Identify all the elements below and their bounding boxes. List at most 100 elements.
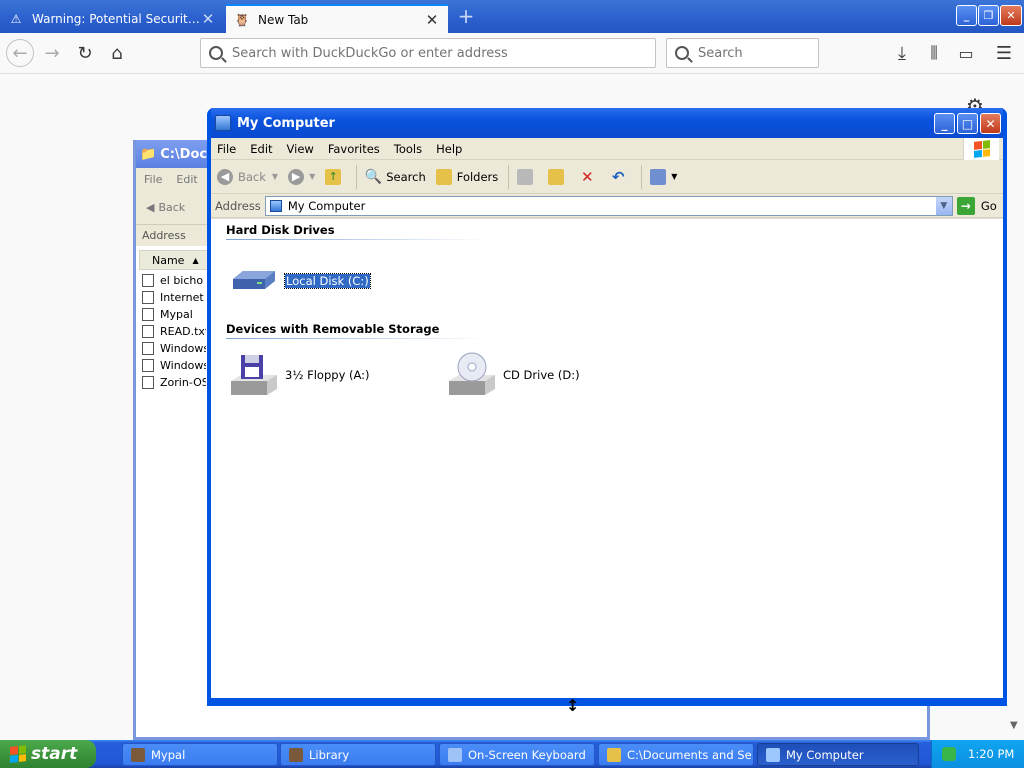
mypal-icon: 🦉 (234, 12, 250, 27)
library-icon[interactable]: ⫼ (920, 39, 948, 67)
minimize-button[interactable]: _ (934, 113, 955, 134)
drive-list: Hard Disk Drives Local Disk (C:) Devices… (211, 218, 1003, 698)
taskbar-item-on-screen-keyboard[interactable]: On-Screen Keyboard (439, 743, 595, 766)
views-icon (650, 168, 667, 185)
back-button[interactable]: Back (158, 201, 185, 214)
toolbar-separator (641, 164, 643, 189)
up-folder-button[interactable]: ↑ (325, 168, 346, 185)
restore-button[interactable]: ❐ (978, 5, 999, 26)
floppy-drive-icon (229, 351, 279, 399)
search-label: Search (386, 169, 426, 184)
taskbar-item-mypal[interactable]: Mypal (122, 743, 278, 766)
move-to-icon (517, 168, 534, 185)
tab-new-tab[interactable]: 🦉 New Tab ✕ (226, 4, 448, 33)
text-file-icon (142, 274, 154, 287)
taskbar-item-label: My Computer (786, 747, 864, 762)
tab-close-icon[interactable]: ✕ (200, 10, 216, 28)
minimize-button[interactable]: _ (956, 5, 977, 26)
taskbar-item-library[interactable]: Library (280, 743, 436, 766)
file-name: Windows 7 (160, 359, 206, 372)
group-removable-storage: Devices with Removable Storage (226, 322, 440, 336)
drive-label: Local Disk (C:) (284, 273, 371, 289)
taskbar-item-label: Library (309, 747, 350, 762)
windows-logo-icon (963, 138, 999, 160)
list-item[interactable]: Zorin-OS- (142, 374, 206, 391)
maximize-button[interactable]: □ (957, 113, 978, 134)
delete-button[interactable]: ✕ (579, 168, 600, 186)
download-icon[interactable]: ⤓ (888, 39, 916, 67)
sort-up-icon: ▲ (192, 255, 199, 265)
address-label: Address (142, 229, 186, 242)
new-tab-button[interactable]: + (454, 5, 478, 29)
menu-help[interactable]: Help (436, 142, 462, 156)
taskbar-item-label: Mypal (151, 747, 186, 762)
list-item[interactable]: Internet Explorer (142, 289, 206, 306)
list-item[interactable]: READ.txt (142, 323, 206, 340)
move-to-button[interactable] (517, 168, 538, 185)
close-button[interactable]: ✕ (980, 113, 1001, 134)
menu-file[interactable]: File (217, 142, 236, 156)
start-button[interactable]: start (0, 740, 96, 768)
forward-arrow-icon[interactable]: → (38, 39, 66, 67)
up-folder-icon: ↑ (325, 168, 342, 185)
browser-nav-bar: ← → ↻ ⌂ Search with DuckDuckGo or enter … (0, 33, 1024, 74)
menu-tools[interactable]: Tools (394, 142, 422, 156)
back-button[interactable]: ◀ Back ▼ (217, 168, 278, 185)
local-disk-c[interactable]: Local Disk (C:) (229, 257, 371, 305)
sidebar-icon[interactable]: ▭ (952, 39, 980, 67)
url-placeholder: Search with DuckDuckGo or enter address (232, 45, 508, 61)
address-bar: Address My Computer ▼ → Go (211, 194, 1003, 218)
list-item[interactable]: Windows Vista (142, 340, 206, 357)
search-button[interactable]: 🔍 Search (365, 169, 426, 185)
network-icon[interactable] (942, 747, 956, 761)
views-button[interactable]: ▼ (650, 168, 677, 185)
close-button[interactable]: ✕ (1000, 5, 1022, 26)
menu-view[interactable]: View (287, 142, 314, 156)
image-file-icon (142, 359, 154, 372)
menu-edit[interactable]: Edit (250, 142, 272, 156)
back-arrow-icon[interactable]: ← (6, 39, 34, 67)
address-input[interactable]: My Computer ▼ (264, 195, 953, 216)
undo-button[interactable]: ↶ (610, 168, 631, 186)
hard-disk-icon (229, 257, 279, 305)
copy-to-button[interactable] (548, 168, 569, 185)
menu-file[interactable]: File (144, 173, 162, 186)
toolbar-separator (356, 164, 358, 189)
scroll-down-icon[interactable]: ▼ (1010, 720, 1018, 731)
column-header-name[interactable]: Name ▲ (139, 250, 211, 270)
shortcut-icon (142, 291, 154, 304)
list-item[interactable]: el bicho simulator (142, 272, 206, 289)
dropdown-icon[interactable]: ▼ (272, 172, 278, 181)
forward-button[interactable]: ▶ ▼ (288, 168, 315, 185)
windows-logo-icon (10, 745, 26, 763)
tab-close-icon[interactable]: ✕ (424, 11, 440, 29)
chevron-down-icon[interactable]: ▼ (935, 196, 952, 215)
menu-edit[interactable]: Edit (176, 173, 197, 186)
file-name: Zorin-OS- (160, 376, 206, 389)
go-button[interactable]: → Go (956, 196, 997, 215)
home-icon[interactable]: ⌂ (103, 39, 131, 67)
taskbar-item-documents[interactable]: C:\Documents and Se... (598, 743, 754, 766)
reload-icon[interactable]: ↻ (71, 39, 99, 67)
cd-drive-d[interactable]: CD Drive (D:) (447, 351, 580, 399)
taskbar-item-my-computer[interactable]: My Computer (757, 743, 919, 766)
menubar: File Edit View Favorites Tools Help (211, 138, 1003, 160)
dropdown-icon[interactable]: ▼ (309, 172, 315, 181)
group-divider (226, 338, 490, 339)
my-computer-window[interactable]: My Computer _ □ ✕ File Edit View Favorit… (207, 108, 1007, 706)
folders-button[interactable]: Folders (435, 168, 498, 185)
menu-favorites[interactable]: Favorites (328, 142, 380, 156)
tab-security-warning[interactable]: ⚠ Warning: Potential Security Risk Ahead… (0, 4, 224, 33)
list-item[interactable]: Windows 7 (142, 357, 206, 374)
column-header-label: Name (152, 253, 185, 267)
floppy-drive-a[interactable]: 3½ Floppy (A:) (229, 351, 370, 399)
list-item[interactable]: Mypal (142, 306, 206, 323)
file-name: Mypal (160, 308, 193, 321)
computer-icon (269, 199, 282, 212)
my-computer-body: File Edit View Favorites Tools Help ◀ Ba… (211, 138, 1003, 698)
search-input[interactable]: Search (666, 38, 819, 68)
menu-icon[interactable]: ☰ (990, 39, 1018, 67)
url-input[interactable]: Search with DuckDuckGo or enter address (200, 38, 656, 68)
resize-cursor-icon: ↕ (566, 696, 580, 715)
my-computer-titlebar[interactable]: My Computer (211, 108, 1003, 138)
